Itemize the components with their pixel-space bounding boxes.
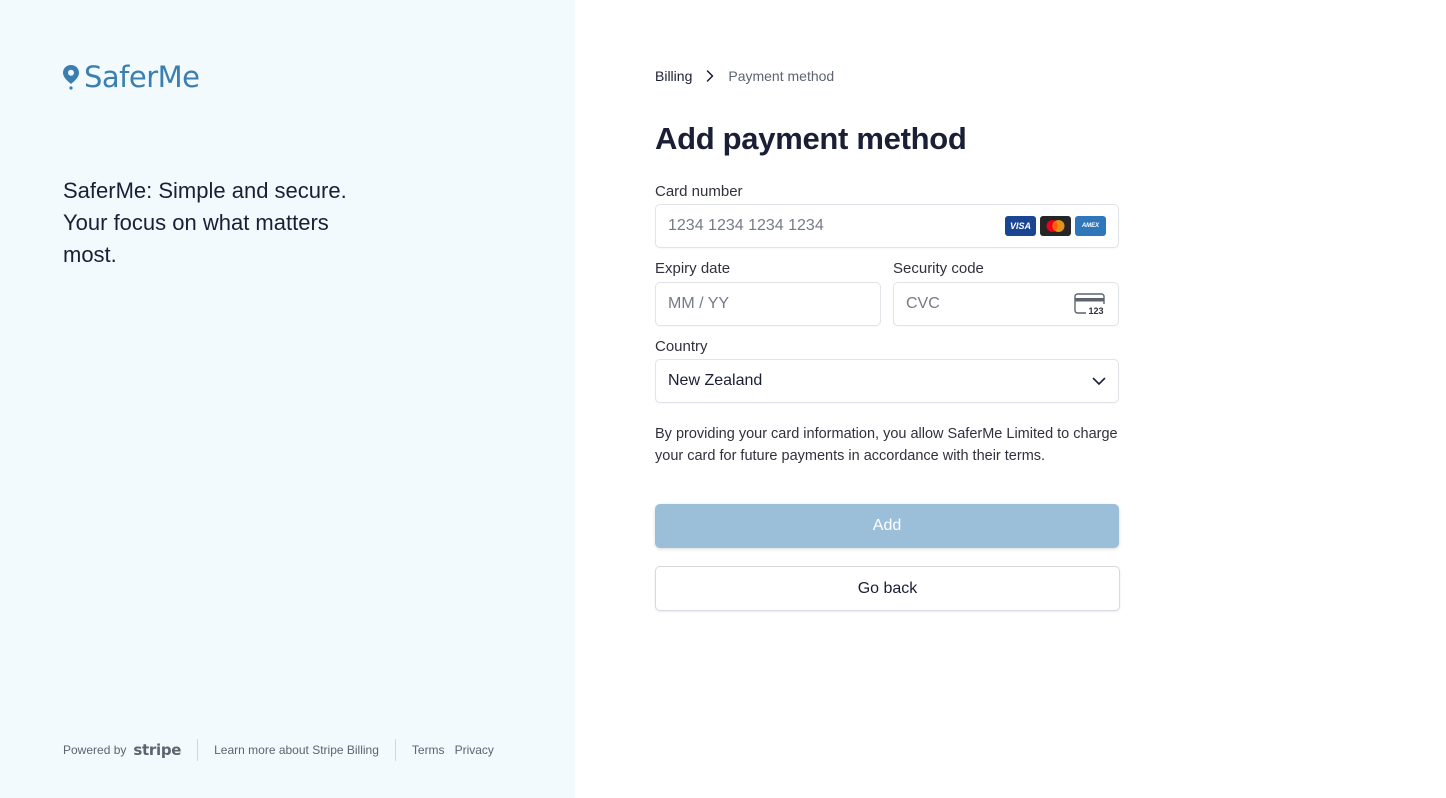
tagline: SaferMe: Simple and secure. Your focus o…	[63, 178, 347, 267]
country-label: Country	[655, 338, 708, 355]
location-pin-icon	[63, 65, 79, 90]
footer-divider	[197, 739, 199, 761]
brand-name: SaferMe	[84, 60, 200, 94]
stripe-logo: stripe	[133, 741, 182, 759]
chevron-down-icon	[1092, 377, 1106, 385]
add-button[interactable]: Add	[655, 504, 1119, 548]
chevron-right-icon	[706, 70, 714, 82]
page-title: Add payment method	[655, 121, 967, 156]
security-code-label: Security code	[893, 260, 984, 277]
card-number-field[interactable]: VISA AMEX	[655, 204, 1119, 248]
visa-icon: VISA	[1005, 216, 1036, 236]
footer: Powered by stripe Learn more about Strip…	[63, 738, 494, 762]
cvc-icon-text: 123	[1088, 306, 1103, 316]
expiry-field[interactable]	[655, 282, 881, 326]
card-number-label: Card number	[655, 183, 743, 200]
terms-link[interactable]: Terms	[412, 743, 445, 757]
expiry-label: Expiry date	[655, 260, 731, 277]
cvc-card-icon: 123	[1074, 293, 1106, 316]
learn-more-link[interactable]: Learn more about Stripe Billing	[214, 743, 379, 757]
breadcrumb: Billing Payment method	[655, 68, 834, 84]
country-value: New Zealand	[668, 372, 763, 389]
amex-icon: AMEX	[1075, 216, 1106, 236]
country-select[interactable]: New Zealand	[655, 359, 1119, 403]
card-brands: VISA AMEX	[1005, 216, 1106, 236]
powered-by-stripe[interactable]: Powered by stripe	[63, 741, 181, 759]
saferme-logo: SaferMe	[62, 60, 200, 94]
security-code-field[interactable]: 123	[893, 282, 1119, 326]
breadcrumb-billing[interactable]: Billing	[655, 68, 692, 84]
authorization-notice: By providing your card information, you …	[655, 426, 1118, 464]
left-panel: SaferMe SaferMe: Simple and secure. Your…	[0, 0, 575, 798]
footer-divider	[394, 739, 396, 761]
powered-by-label: Powered by	[63, 743, 127, 757]
expiry-input[interactable]	[656, 283, 880, 325]
privacy-link[interactable]: Privacy	[455, 743, 494, 757]
breadcrumb-current: Payment method	[728, 68, 835, 84]
mastercard-icon	[1040, 216, 1071, 236]
go-back-button[interactable]: Go back	[655, 566, 1120, 611]
